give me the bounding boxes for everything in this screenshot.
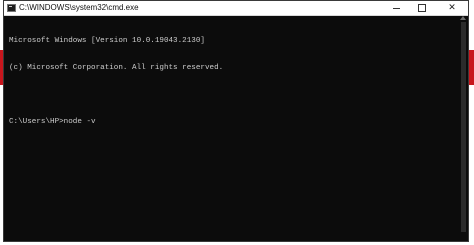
close-button[interactable]: ✕ — [440, 1, 464, 15]
desktop-background: C:\WINDOWS\system32\cmd.exe ✕ Microsoft … — [0, 0, 474, 245]
vertical-scrollbar[interactable] — [458, 16, 468, 241]
maximize-button[interactable] — [410, 1, 434, 15]
window-title: C:\WINDOWS\system32\cmd.exe — [19, 3, 139, 12]
title-bar[interactable]: C:\WINDOWS\system32\cmd.exe ✕ — [4, 1, 468, 16]
scroll-up-arrow-icon[interactable] — [460, 16, 466, 20]
scroll-thumb[interactable] — [461, 22, 466, 232]
console-line: (c) Microsoft Corporation. All rights re… — [9, 64, 224, 72]
close-icon: ✕ — [448, 3, 456, 13]
console-line: Microsoft Windows [Version 10.0.19043.21… — [9, 37, 205, 45]
command-prompt-window[interactable]: C:\WINDOWS\system32\cmd.exe ✕ Microsoft … — [3, 0, 469, 242]
minimize-icon — [392, 7, 400, 9]
command-line-input[interactable]: C:\Users\HP>node -v — [9, 118, 457, 127]
cmd-icon — [7, 4, 16, 12]
maximize-icon — [418, 4, 426, 12]
console-output[interactable]: Microsoft Windows [Version 10.0.19043.21… — [9, 19, 457, 234]
minimize-button[interactable] — [384, 1, 408, 15]
